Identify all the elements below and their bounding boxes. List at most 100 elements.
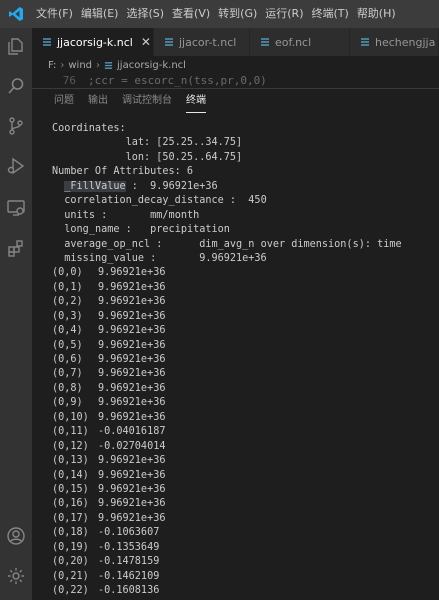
- row-index: (0,13): [52, 455, 89, 467]
- ncl-file-icon: [360, 37, 370, 47]
- account-icon[interactable]: [4, 524, 28, 548]
- attribute-line: average_op_ncl : dim_avg_n over dimensio…: [64, 238, 402, 250]
- value-row: (0,2) 9.96921e+36: [52, 295, 437, 309]
- menu-help[interactable]: 帮助(H): [353, 0, 400, 28]
- attribute-key: correlation_decay_distance: [64, 195, 224, 207]
- breadcrumb: F: › wind › jjacorsig-k.ncl: [32, 56, 439, 74]
- row-value: 9.96921e+36: [98, 325, 166, 337]
- menu-go[interactable]: 转到(G): [214, 0, 261, 28]
- menu-selection[interactable]: 选择(S): [122, 0, 168, 28]
- row-value: 9.96921e+36: [98, 267, 166, 279]
- row-index: (0,18): [52, 527, 89, 539]
- attribute-value: 450: [248, 195, 267, 207]
- row-value: 9.96921e+36: [98, 310, 166, 322]
- value-row: (0,10) 9.96921e+36: [52, 411, 437, 425]
- row-value: 9.96921e+36: [98, 411, 166, 423]
- value-row: (0,7) 9.96921e+36: [52, 367, 437, 381]
- attribute-line: units : mm/month: [64, 209, 200, 221]
- row-index: (0,6): [52, 354, 83, 365]
- menu-view[interactable]: 查看(V): [168, 0, 214, 28]
- attribute-key: average_op_ncl: [64, 238, 151, 250]
- attribute-value: dim_avg_n over dimension(s): time: [199, 238, 402, 250]
- row-index: (0,14): [52, 469, 89, 481]
- close-icon[interactable]: ✕: [141, 35, 151, 49]
- attribute-line: _FillValue : 9.96921e+36: [64, 180, 218, 192]
- value-row: (0,11) -0.04016187: [52, 425, 437, 439]
- menu-file[interactable]: 文件(F): [32, 0, 77, 28]
- code-text: ;ccr = escorc_n(tss,pr,0,0): [88, 74, 267, 87]
- row-value: 9.96921e+36: [98, 382, 166, 394]
- row-value: -0.1353649: [98, 541, 160, 553]
- row-value: 9.96921e+36: [98, 483, 166, 495]
- terminal-output[interactable]: Coordinates: lat: [25.25..34.75] lon: [5…: [52, 122, 437, 598]
- row-value: 9.96921e+36: [98, 498, 166, 510]
- row-value: 9.96921e+36: [98, 455, 166, 467]
- row-index: (0,5): [52, 339, 83, 351]
- value-row: (0,8) 9.96921e+36: [52, 382, 437, 396]
- tab-output[interactable]: 输出: [88, 89, 108, 113]
- tab-problems[interactable]: 问题: [54, 89, 74, 113]
- row-value: 9.96921e+36: [98, 397, 166, 409]
- row-index: (0,3): [52, 310, 83, 322]
- tab-jjacorsig-k[interactable]: jjacorsig-k.ncl ✕: [32, 28, 154, 56]
- tab-label: jjacorsig-k.ncl: [57, 35, 133, 49]
- vscode-logo-icon: [0, 0, 32, 28]
- attribute-key: missing_value: [64, 252, 145, 264]
- terminal-header-line: lon: [50.25..64.75]: [52, 151, 243, 163]
- value-row: (0,17) 9.96921e+36: [52, 512, 437, 526]
- extensions-icon[interactable]: [4, 236, 28, 260]
- row-value: 9.96921e+36: [98, 354, 166, 365]
- row-index: (0,2): [52, 296, 83, 308]
- tab-label: hechengjja: [375, 35, 436, 49]
- tab-eof[interactable]: eof.ncl: [250, 28, 350, 56]
- attribute-value: mm/month: [150, 209, 200, 221]
- terminal-header-line: Coordinates:: [52, 123, 126, 134]
- value-row: (0,6) 9.96921e+36: [52, 353, 437, 367]
- row-index: (0,0): [52, 267, 83, 279]
- attribute-value: 9.96921e+36: [199, 252, 267, 264]
- source-control-icon[interactable]: [4, 114, 28, 138]
- activity-bar: [0, 28, 32, 600]
- tab-label: eof.ncl: [275, 35, 312, 49]
- tab-terminal[interactable]: 终端: [186, 89, 206, 113]
- tab-jjacor-t[interactable]: jjacor-t.ncl: [154, 28, 250, 56]
- menu-edit[interactable]: 编辑(E): [77, 0, 123, 28]
- value-row: (0,13) 9.96921e+36: [52, 454, 437, 468]
- run-debug-icon[interactable]: [4, 154, 28, 178]
- row-index: (0,19): [52, 541, 89, 553]
- panel-tab-bar: 问题 输出 调试控制台 终端: [32, 89, 439, 113]
- attribute-key: units: [64, 209, 95, 221]
- value-row: (0,20) -0.1478159: [52, 555, 437, 569]
- terminal-header-line: lat: [25.25..34.75]: [52, 137, 243, 149]
- row-value: 9.96921e+36: [98, 281, 166, 293]
- attribute-line: missing_value : 9.96921e+36: [64, 252, 267, 264]
- row-index: (0,10): [52, 411, 89, 423]
- settings-gear-icon[interactable]: [4, 564, 28, 588]
- row-index: (0,12): [52, 440, 89, 452]
- value-row: (0,16) 9.96921e+36: [52, 497, 437, 511]
- editor-code-line[interactable]: 76 ;ccr = escorc_n(tss,pr,0,0): [32, 74, 439, 88]
- row-value: 9.96921e+36: [98, 469, 166, 481]
- menu-bar: 文件(F) 编辑(E) 选择(S) 查看(V) 转到(G) 运行(R) 终端(T…: [32, 0, 400, 28]
- row-value: -0.1608136: [98, 585, 160, 596]
- row-index: (0,4): [52, 325, 83, 337]
- tab-hechengjja[interactable]: hechengjja: [350, 28, 439, 56]
- attribute-key: _FillValue: [64, 180, 126, 192]
- remote-explorer-icon[interactable]: [4, 196, 28, 220]
- value-row: (0,3) 9.96921e+36: [52, 310, 437, 324]
- breadcrumb-folder[interactable]: wind: [68, 60, 92, 71]
- ncl-file-icon: [104, 61, 113, 70]
- row-index: (0,8): [52, 382, 83, 394]
- value-row: (0,18) -0.1063607: [52, 526, 437, 540]
- breadcrumb-file[interactable]: jjacorsig-k.ncl: [117, 60, 186, 71]
- breadcrumb-drive[interactable]: F:: [48, 60, 56, 71]
- row-value: 9.96921e+36: [98, 512, 166, 524]
- tab-debug-console[interactable]: 调试控制台: [122, 89, 172, 113]
- search-icon[interactable]: [4, 74, 28, 98]
- menu-terminal[interactable]: 终端(T): [308, 0, 353, 28]
- explorer-icon[interactable]: [4, 34, 28, 58]
- menu-run[interactable]: 运行(R): [261, 0, 307, 28]
- value-row: (0,4) 9.96921e+36: [52, 324, 437, 338]
- row-index: (0,7): [52, 368, 83, 380]
- chevron-right-icon: ›: [60, 59, 65, 71]
